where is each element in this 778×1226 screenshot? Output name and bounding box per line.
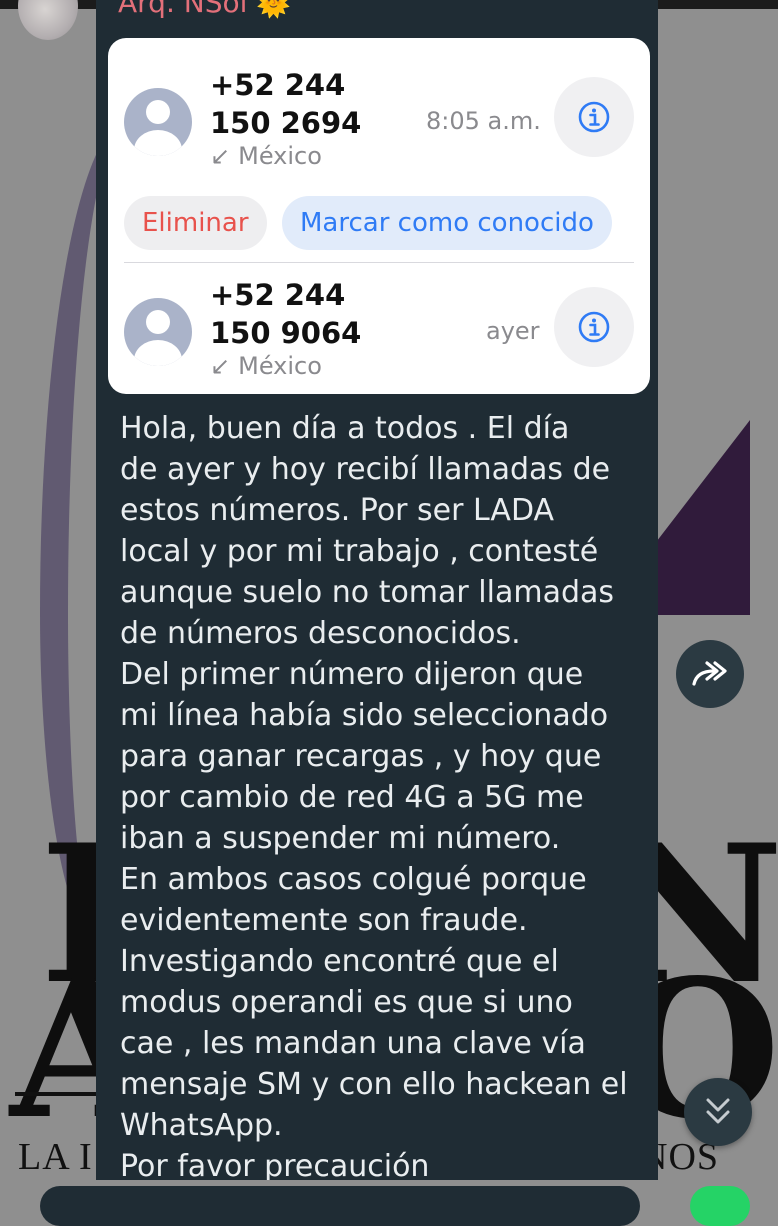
sender-avatar[interactable] bbox=[18, 0, 78, 40]
sender-name[interactable]: Arq. NSol 🌞 bbox=[118, 0, 291, 19]
contact-avatar-icon bbox=[124, 298, 192, 366]
sun-emoji: 🌞 bbox=[256, 0, 292, 19]
info-button[interactable] bbox=[554, 287, 634, 367]
scroll-down-button[interactable] bbox=[684, 1078, 752, 1146]
phone-number: +52 244 150 2694 bbox=[210, 68, 362, 140]
message-input-bar[interactable] bbox=[40, 1186, 640, 1226]
call-log-screenshot[interactable]: +52 244 150 2694 ↙ México 8:05 a.m. Elimi… bbox=[108, 38, 650, 394]
call-time: 8:05 a.m. bbox=[426, 107, 541, 135]
call-entry: +52 244 150 2694 ↙ México 8:05 a.m. bbox=[108, 68, 650, 184]
phone-number: +52 244 150 9064 bbox=[210, 278, 362, 350]
call-location: ↙ México bbox=[210, 352, 322, 380]
divider bbox=[124, 262, 634, 263]
forward-icon bbox=[692, 661, 727, 686]
message-text: Hola, buen día a todos . El día de ayer … bbox=[120, 411, 628, 1180]
incoming-call-arrow-icon: ↙ bbox=[210, 142, 231, 170]
send-button[interactable] bbox=[690, 1186, 750, 1226]
contact-avatar-icon bbox=[124, 88, 192, 156]
mark-known-button[interactable]: Marcar como conocido bbox=[282, 196, 612, 250]
chevron-double-down-icon bbox=[706, 1098, 730, 1124]
info-icon bbox=[578, 101, 610, 133]
info-icon bbox=[578, 311, 610, 343]
incoming-call-arrow-icon: ↙ bbox=[210, 352, 231, 380]
info-button[interactable] bbox=[554, 77, 634, 157]
call-entry: +52 244 150 9064 ↙ México ayer bbox=[108, 278, 650, 394]
forward-button[interactable] bbox=[676, 640, 744, 708]
wallpaper-text: LA I bbox=[18, 1136, 93, 1178]
call-time: ayer bbox=[486, 317, 540, 345]
message-bubble[interactable]: Arq. NSol 🌞 +52 244 150 2694 ↙ México 8:0… bbox=[96, 0, 658, 1180]
call-location: ↙ México bbox=[210, 142, 322, 170]
delete-button[interactable]: Eliminar bbox=[124, 196, 267, 250]
